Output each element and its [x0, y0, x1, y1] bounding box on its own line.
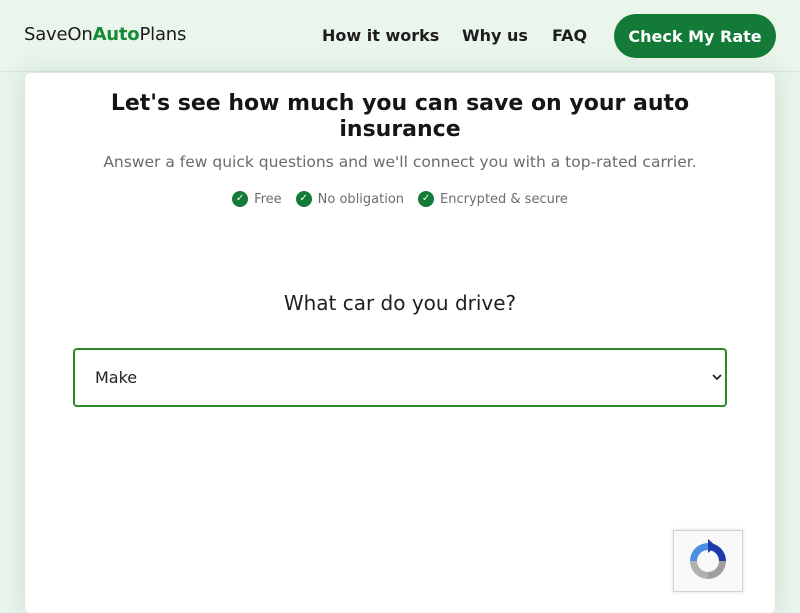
nav-how-it-works[interactable]: How it works	[322, 26, 439, 45]
page-title: Let's see how much you can save on your …	[110, 91, 690, 142]
quote-form-card: Let's see how much you can save on your …	[25, 73, 775, 613]
logo-text-3: Plans	[139, 24, 187, 45]
check-circle-icon: ✓	[295, 191, 312, 207]
nav-why-us[interactable]: Why us	[462, 26, 528, 45]
badge-encrypted: ✓ Encrypted & secure	[418, 191, 568, 207]
badge-free: ✓ Free	[232, 191, 282, 207]
badge-no-obligation: ✓ No obligation	[295, 191, 405, 207]
step-question: What car do you drive?	[283, 291, 517, 315]
check-circle-icon: ✓	[232, 191, 249, 207]
recaptcha-icon	[690, 539, 726, 579]
logo-text-1: SaveOn	[24, 24, 93, 45]
check-my-rate-button[interactable]: Check My Rate	[614, 14, 776, 58]
badge-label: Free	[254, 191, 282, 207]
badge-label: No obligation	[317, 191, 405, 207]
logo-text-accent: Auto	[92, 24, 140, 45]
trust-badges: ✓ Free ✓ No obligation ✓ Encrypted & sec…	[25, 191, 775, 207]
check-circle-icon: ✓	[418, 191, 435, 207]
chevron-down-icon	[712, 374, 722, 381]
recaptcha-badge[interactable]	[673, 530, 743, 592]
badge-label: Encrypted & secure	[440, 191, 568, 207]
make-select[interactable]: Make	[73, 348, 727, 407]
nav-faq[interactable]: FAQ	[552, 26, 587, 45]
page-subtitle: Answer a few quick questions and we'll c…	[103, 153, 697, 171]
site-header: SaveOnAutoPlans How it works Why us FAQ …	[0, 0, 800, 72]
site-logo[interactable]: SaveOnAutoPlans	[24, 24, 186, 45]
make-select-value: Make	[95, 368, 138, 387]
